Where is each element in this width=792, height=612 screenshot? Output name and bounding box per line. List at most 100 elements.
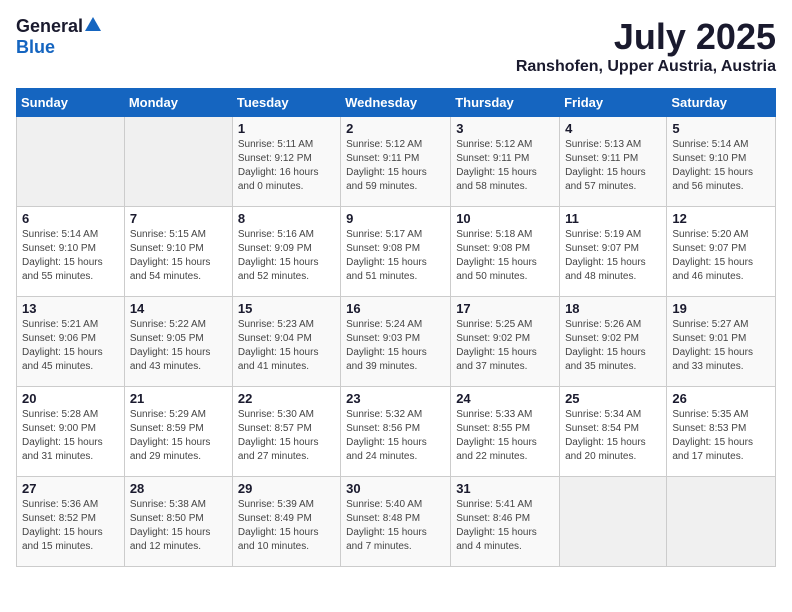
day-number: 4 — [565, 121, 661, 136]
col-friday: Friday — [560, 89, 667, 117]
calendar-week-row: 27 Sunrise: 5:36 AMSunset: 8:52 PMDayligh… — [17, 477, 776, 567]
table-row: 5Sunrise: 5:14 AMSunset: 9:10 PMDaylight… — [667, 117, 776, 207]
table-row — [560, 477, 667, 567]
table-row: 9Sunrise: 5:17 AMSunset: 9:08 PMDaylight… — [341, 207, 451, 297]
day-info: Sunrise: 5:12 AMSunset: 9:11 PMDaylight:… — [346, 138, 445, 194]
day-info: Sunrise: 5:20 AMSunset: 9:07 PMDaylight:… — [672, 228, 770, 284]
day-number: 16 — [346, 301, 445, 316]
day-info: Sunrise: 5:24 AMSunset: 9:03 PMDaylight:… — [346, 318, 445, 374]
day-info: Sunrise: 5:39 AMSunset: 8:49 PMDaylight:… — [238, 498, 335, 554]
day-number: 29 — [238, 481, 335, 496]
day-number: 5 — [672, 121, 770, 136]
table-row: 10 Sunrise: 5:18 AMSunset: 9:08 PMDayligh… — [451, 207, 560, 297]
table-row: 28Sunrise: 5:38 AMSunset: 8:50 PMDayligh… — [124, 477, 232, 567]
day-info: Sunrise: 5:29 AMSunset: 8:59 PMDaylight:… — [130, 408, 227, 464]
day-info: Sunrise: 5:19 AMSunset: 9:07 PMDaylight:… — [565, 228, 661, 284]
day-number: 10 — [456, 211, 554, 226]
day-info: Sunrise: 5:25 AMSunset: 9:02 PMDaylight:… — [456, 318, 554, 374]
day-number: 25 — [565, 391, 661, 406]
table-row: 13 Sunrise: 5:21 AMSunset: 9:06 PMDayligh… — [17, 297, 125, 387]
table-row: 22 Sunrise: 5:30 AMSunset: 8:57 PMDayligh… — [232, 387, 340, 477]
day-info: Sunrise: 5:32 AMSunset: 8:56 PMDaylight:… — [346, 408, 445, 464]
day-number: 21 — [130, 391, 227, 406]
table-row: 2Sunrise: 5:12 AMSunset: 9:11 PMDaylight… — [341, 117, 451, 207]
table-row: 30Sunrise: 5:40 AMSunset: 8:48 PMDayligh… — [341, 477, 451, 567]
day-info: Sunrise: 5:26 AMSunset: 9:02 PMDaylight:… — [565, 318, 661, 374]
table-row: 21 Sunrise: 5:29 AMSunset: 8:59 PMDayligh… — [124, 387, 232, 477]
day-number: 28 — [130, 481, 227, 496]
table-row: 27 Sunrise: 5:36 AMSunset: 8:52 PMDayligh… — [17, 477, 125, 567]
day-number: 19 — [672, 301, 770, 316]
day-number: 18 — [565, 301, 661, 316]
col-monday: Monday — [124, 89, 232, 117]
day-number: 14 — [130, 301, 227, 316]
logo-icon — [85, 17, 101, 31]
day-info: Sunrise: 5:28 AMSunset: 9:00 PMDaylight:… — [22, 408, 119, 464]
col-sunday: Sunday — [17, 89, 125, 117]
day-number: 17 — [456, 301, 554, 316]
title-area: July 2025 Ranshofen, Upper Austria, Aust… — [516, 16, 776, 76]
table-row — [667, 477, 776, 567]
day-info: Sunrise: 5:36 AMSunset: 8:52 PMDaylight:… — [22, 498, 119, 554]
table-row: 8 Sunrise: 5:16 AMSunset: 9:09 PMDaylight… — [232, 207, 340, 297]
day-number: 26 — [672, 391, 770, 406]
calendar-week-row: 1 Sunrise: 5:11 AMSunset: 9:12 PMDaylight… — [17, 117, 776, 207]
col-thursday: Thursday — [451, 89, 560, 117]
day-number: 13 — [22, 301, 119, 316]
day-info: Sunrise: 5:16 AMSunset: 9:09 PMDaylight:… — [238, 228, 335, 284]
logo: General Blue — [16, 16, 101, 58]
day-info: Sunrise: 5:33 AMSunset: 8:55 PMDaylight:… — [456, 408, 554, 464]
col-tuesday: Tuesday — [232, 89, 340, 117]
col-saturday: Saturday — [667, 89, 776, 117]
table-row: 31 Sunrise: 5:41 AMSunset: 8:46 PMDayligh… — [451, 477, 560, 567]
day-number: 9 — [346, 211, 445, 226]
location-title: Ranshofen, Upper Austria, Austria — [516, 58, 776, 76]
table-row: 23 Sunrise: 5:32 AMSunset: 8:56 PMDayligh… — [341, 387, 451, 477]
day-info: Sunrise: 5:41 AMSunset: 8:46 PMDaylight:… — [456, 498, 554, 554]
table-row: 4Sunrise: 5:13 AMSunset: 9:11 PMDaylight… — [560, 117, 667, 207]
calendar-table: Sunday Monday Tuesday Wednesday Thursday… — [16, 88, 776, 567]
day-info: Sunrise: 5:11 AMSunset: 9:12 PMDaylight:… — [238, 138, 335, 194]
table-row: 20Sunrise: 5:28 AMSunset: 9:00 PMDayligh… — [17, 387, 125, 477]
day-info: Sunrise: 5:21 AMSunset: 9:06 PMDaylight:… — [22, 318, 119, 374]
calendar-header-row: Sunday Monday Tuesday Wednesday Thursday… — [17, 89, 776, 117]
table-row — [17, 117, 125, 207]
table-row: 25 Sunrise: 5:34 AMSunset: 8:54 PMDayligh… — [560, 387, 667, 477]
day-info: Sunrise: 5:15 AMSunset: 9:10 PMDaylight:… — [130, 228, 227, 284]
table-row: 3Sunrise: 5:12 AMSunset: 9:11 PMDaylight… — [451, 117, 560, 207]
day-number: 31 — [456, 481, 554, 496]
day-number: 1 — [238, 121, 335, 136]
day-info: Sunrise: 5:34 AMSunset: 8:54 PMDaylight:… — [565, 408, 661, 464]
logo-general: General — [16, 16, 83, 37]
day-info: Sunrise: 5:40 AMSunset: 8:48 PMDaylight:… — [346, 498, 445, 554]
table-row: 26 Sunrise: 5:35 AMSunset: 8:53 PMDayligh… — [667, 387, 776, 477]
table-row: 6Sunrise: 5:14 AMSunset: 9:10 PMDaylight… — [17, 207, 125, 297]
day-number: 27 — [22, 481, 119, 496]
col-wednesday: Wednesday — [341, 89, 451, 117]
table-row: 17 Sunrise: 5:25 AMSunset: 9:02 PMDayligh… — [451, 297, 560, 387]
day-info: Sunrise: 5:14 AMSunset: 9:10 PMDaylight:… — [22, 228, 119, 284]
day-number: 11 — [565, 211, 661, 226]
day-number: 22 — [238, 391, 335, 406]
day-number: 12 — [672, 211, 770, 226]
table-row: 29 Sunrise: 5:39 AMSunset: 8:49 PMDayligh… — [232, 477, 340, 567]
day-info: Sunrise: 5:12 AMSunset: 9:11 PMDaylight:… — [456, 138, 554, 194]
day-info: Sunrise: 5:30 AMSunset: 8:57 PMDaylight:… — [238, 408, 335, 464]
day-number: 24 — [456, 391, 554, 406]
day-number: 8 — [238, 211, 335, 226]
day-info: Sunrise: 5:35 AMSunset: 8:53 PMDaylight:… — [672, 408, 770, 464]
day-info: Sunrise: 5:23 AMSunset: 9:04 PMDaylight:… — [238, 318, 335, 374]
day-number: 15 — [238, 301, 335, 316]
day-info: Sunrise: 5:18 AMSunset: 9:08 PMDaylight:… — [456, 228, 554, 284]
calendar-week-row: 6Sunrise: 5:14 AMSunset: 9:10 PMDaylight… — [17, 207, 776, 297]
month-title: July 2025 — [516, 16, 776, 58]
day-number: 23 — [346, 391, 445, 406]
page-header: General Blue July 2025 Ranshofen, Upper … — [16, 16, 776, 76]
table-row: 11 Sunrise: 5:19 AMSunset: 9:07 PMDayligh… — [560, 207, 667, 297]
table-row — [124, 117, 232, 207]
table-row: 19Sunrise: 5:27 AMSunset: 9:01 PMDayligh… — [667, 297, 776, 387]
table-row: 1 Sunrise: 5:11 AMSunset: 9:12 PMDaylight… — [232, 117, 340, 207]
logo-blue: Blue — [16, 37, 55, 58]
table-row: 15 Sunrise: 5:23 AMSunset: 9:04 PMDayligh… — [232, 297, 340, 387]
table-row: 24 Sunrise: 5:33 AMSunset: 8:55 PMDayligh… — [451, 387, 560, 477]
